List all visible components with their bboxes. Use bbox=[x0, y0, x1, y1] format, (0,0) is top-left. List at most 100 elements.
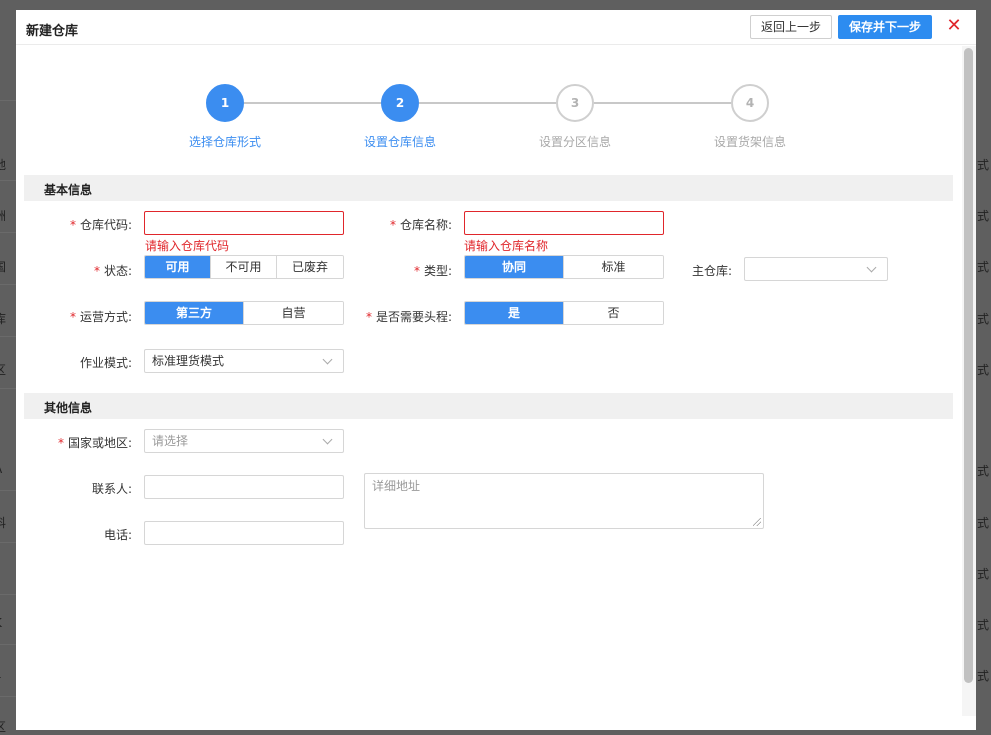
scrollbar-thumb[interactable] bbox=[964, 48, 973, 683]
warehouse-name-error: 请输入仓库名称 bbox=[464, 239, 549, 253]
basic-info-section: 基本信息 bbox=[24, 175, 953, 201]
type-option-standard[interactable]: 标准 bbox=[564, 256, 663, 278]
background-divider bbox=[0, 100, 16, 101]
warehouse-name-label: * 仓库名称: bbox=[389, 218, 452, 232]
step-3-label: 设置分区信息 bbox=[538, 135, 611, 149]
step-2-circle: 2 bbox=[381, 84, 419, 122]
dialog-header: 新建仓库 返回上一步 保存并下一步 ✕ bbox=[16, 10, 976, 45]
background-text: 式 bbox=[977, 158, 990, 172]
first-leg-segmented: 是 否 bbox=[464, 301, 664, 325]
main-warehouse-select[interactable] bbox=[744, 257, 888, 281]
type-label: * 类型: bbox=[413, 264, 452, 278]
step-1-circle: 1 bbox=[206, 84, 244, 122]
background-text: 库 bbox=[0, 312, 7, 326]
required-mark: * bbox=[93, 264, 100, 278]
step-4-label: 设置货架信息 bbox=[713, 135, 786, 149]
operation-label: * 运营方式: bbox=[69, 310, 132, 324]
new-warehouse-dialog: 新建仓库 返回上一步 保存并下一步 ✕ 1 2 3 4 选择仓库形式 设置仓库信… bbox=[16, 10, 976, 730]
type-segmented: 协同 标准 bbox=[464, 255, 664, 279]
section-title: 基本信息 bbox=[44, 183, 93, 197]
background-text: 地 bbox=[0, 158, 7, 172]
warehouse-code-label: * 仓库代码: bbox=[69, 218, 132, 232]
warehouse-code-input[interactable] bbox=[144, 211, 344, 235]
background-divider bbox=[0, 232, 16, 233]
background-text: 式 bbox=[977, 260, 990, 274]
step-connector bbox=[244, 102, 381, 104]
country-placeholder: 请选择 bbox=[152, 434, 189, 448]
background-text: K bbox=[0, 616, 2, 630]
close-icon[interactable]: ✕ bbox=[946, 16, 962, 36]
required-mark: * bbox=[389, 218, 396, 232]
phone-label: 电话: bbox=[103, 528, 132, 542]
background-divider bbox=[0, 388, 16, 389]
back-button[interactable]: 返回上一步 bbox=[750, 15, 832, 39]
background-text: 式 bbox=[977, 464, 990, 478]
background-text: 区 bbox=[0, 720, 7, 734]
background-text: 式 bbox=[977, 669, 990, 683]
background-divider bbox=[0, 490, 16, 491]
step-3-circle: 3 bbox=[556, 84, 594, 122]
step-connector bbox=[419, 102, 556, 104]
address-textarea[interactable]: 详细地址 bbox=[364, 473, 764, 529]
background-text: 式 bbox=[977, 516, 990, 530]
required-mark: * bbox=[413, 264, 420, 278]
required-mark: * bbox=[69, 310, 76, 324]
dialog-title: 新建仓库 bbox=[26, 24, 79, 39]
chevron-down-icon bbox=[322, 354, 333, 365]
country-label: * 国家或地区: bbox=[57, 436, 132, 450]
background-text: 式 bbox=[977, 209, 990, 223]
country-select[interactable]: 请选择 bbox=[144, 429, 344, 453]
operation-option-self[interactable]: 自营 bbox=[244, 302, 343, 324]
status-option-available[interactable]: 可用 bbox=[145, 256, 211, 278]
background-text: 国 bbox=[0, 260, 7, 274]
other-info-section: 其他信息 bbox=[24, 393, 953, 419]
required-mark: * bbox=[69, 218, 76, 232]
work-mode-label: 作业模式: bbox=[79, 356, 132, 370]
background-divider bbox=[0, 336, 16, 337]
background-text: 科 bbox=[0, 516, 7, 530]
phone-input[interactable] bbox=[144, 521, 344, 545]
status-segmented: 可用 不可用 已废弃 bbox=[144, 255, 344, 279]
main-warehouse-label: 主仓库: bbox=[691, 264, 732, 278]
background-text: 区 bbox=[0, 363, 7, 377]
background-divider bbox=[0, 696, 16, 697]
background-text: 式 bbox=[977, 363, 990, 377]
step-connector bbox=[594, 102, 731, 104]
section-title: 其他信息 bbox=[44, 401, 93, 415]
warehouse-name-input[interactable] bbox=[464, 211, 664, 235]
background-divider bbox=[0, 644, 16, 645]
work-mode-value: 标准理货模式 bbox=[152, 354, 225, 368]
background-text: 式 bbox=[977, 567, 990, 581]
contact-label: 联系人: bbox=[91, 482, 132, 496]
background-text: 式 bbox=[977, 312, 990, 326]
background-text: L bbox=[0, 667, 1, 681]
background-text: 洲 bbox=[0, 209, 7, 223]
background-divider bbox=[0, 594, 16, 595]
first-leg-label: * 是否需要头程: bbox=[365, 310, 452, 324]
type-option-collaborative[interactable]: 协同 bbox=[465, 256, 564, 278]
work-mode-select[interactable]: 标准理货模式 bbox=[144, 349, 344, 373]
status-option-deprecated[interactable]: 已废弃 bbox=[277, 256, 343, 278]
step-2-label: 设置仓库信息 bbox=[363, 135, 436, 149]
operation-segmented: 第三方 自营 bbox=[144, 301, 344, 325]
background-page-right: 式 式 式 式 式 式 式 式 式 式 bbox=[977, 0, 991, 735]
chevron-down-icon bbox=[866, 262, 877, 273]
step-1-label: 选择仓库形式 bbox=[188, 135, 261, 149]
contact-input[interactable] bbox=[144, 475, 344, 499]
background-divider bbox=[0, 542, 16, 543]
status-option-unavailable[interactable]: 不可用 bbox=[211, 256, 277, 278]
address-placeholder: 详细地址 bbox=[372, 479, 421, 493]
background-divider bbox=[0, 180, 16, 181]
step-4-circle: 4 bbox=[731, 84, 769, 122]
operation-option-third-party[interactable]: 第三方 bbox=[145, 302, 244, 324]
background-divider bbox=[0, 284, 16, 285]
background-text: 式 bbox=[977, 618, 990, 632]
first-leg-option-yes[interactable]: 是 bbox=[465, 302, 564, 324]
save-next-button[interactable]: 保存并下一步 bbox=[838, 15, 932, 39]
first-leg-option-no[interactable]: 否 bbox=[564, 302, 663, 324]
resize-handle-icon[interactable] bbox=[753, 518, 761, 526]
warehouse-code-error: 请输入仓库代码 bbox=[145, 239, 230, 253]
background-page-left: 地 洲 国 库 区 A 科 J K L 区 bbox=[0, 0, 16, 735]
background-text: A bbox=[0, 462, 2, 476]
status-label: * 状态: bbox=[93, 264, 132, 278]
